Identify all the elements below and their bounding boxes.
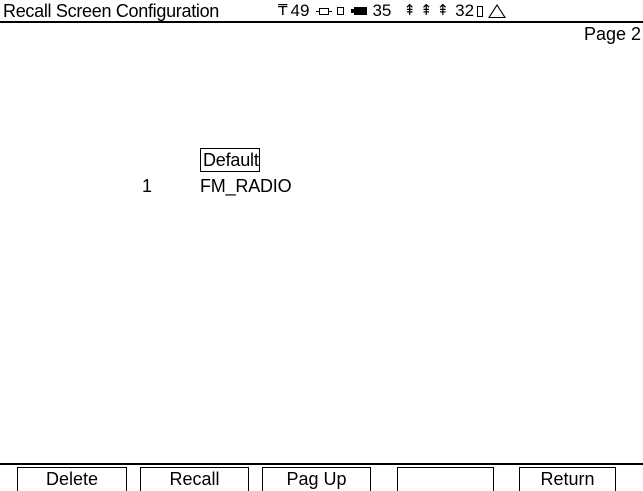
- screen-title: Recall Screen Configuration: [3, 1, 220, 21]
- warning-icon: [488, 4, 507, 18]
- battery-value: 35: [372, 1, 392, 20]
- list-item-name: Default: [200, 148, 260, 172]
- temperature-value: 32: [455, 1, 475, 20]
- rectangle-icon: [477, 5, 484, 17]
- recall-button[interactable]: Recall: [140, 467, 249, 491]
- status-area: ₸ 49 35 ⇞⇞⇞ 32: [278, 1, 507, 21]
- page-up-button[interactable]: Pag Up: [262, 467, 371, 491]
- battery-icon: [351, 7, 368, 15]
- instrument-screen: Recall Screen Configuration ₸ 49 35 ⇞⇞⇞ …: [0, 0, 643, 491]
- signal-value: 49: [290, 1, 310, 20]
- list-item-number: 1: [142, 176, 153, 196]
- plug-icon: [316, 7, 333, 15]
- title-bar: Recall Screen Configuration ₸ 49 35 ⇞⇞⇞ …: [0, 0, 643, 23]
- antenna-icon: ₸: [278, 2, 288, 19]
- list-item[interactable]: 1 FM_RADIO: [0, 174, 643, 200]
- list-item-name: FM_RADIO: [200, 176, 292, 196]
- blank-softkey[interactable]: [397, 467, 494, 491]
- page-indicator: Page 2: [583, 24, 641, 44]
- delete-button[interactable]: Delete: [17, 467, 127, 491]
- softkey-bar: Delete Recall Pag Up Return: [0, 463, 643, 491]
- list-item[interactable]: Default: [0, 148, 643, 174]
- small-square-icon: [337, 7, 345, 15]
- return-button[interactable]: Return: [519, 467, 616, 491]
- triple-arrow-icon: ⇞⇞⇞: [403, 2, 454, 19]
- configuration-list: Default 1 FM_RADIO: [0, 148, 643, 200]
